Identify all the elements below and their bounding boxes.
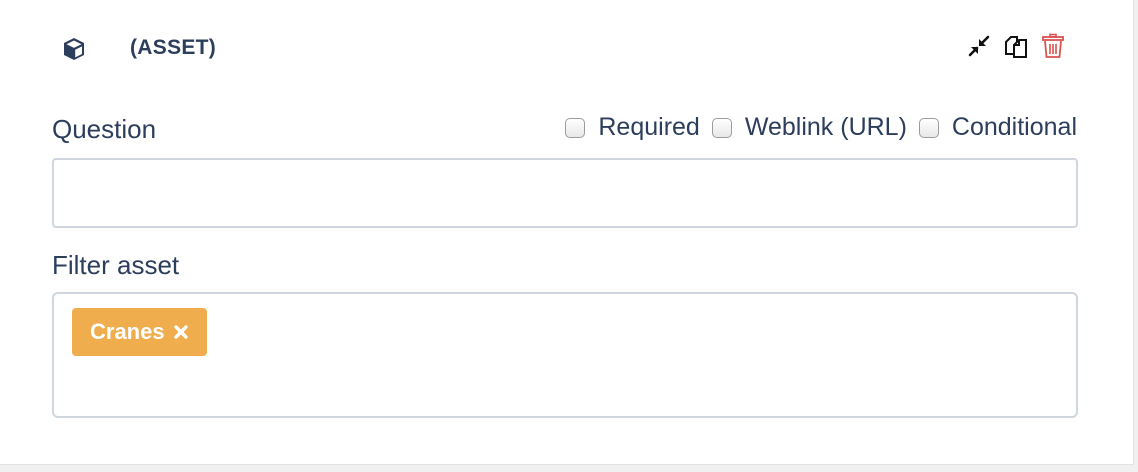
question-options: Required Weblink (URL) Conditional [565, 113, 1077, 142]
conditional-option[interactable]: Conditional [918, 113, 1077, 142]
conditional-checkbox[interactable] [918, 117, 939, 138]
weblink-label: Weblink (URL) [744, 113, 907, 141]
tag-label: Cranes [90, 319, 165, 344]
card-title: (ASSET) [130, 36, 217, 59]
required-label: Required [598, 113, 700, 141]
weblink-checkbox[interactable] [711, 117, 732, 138]
trash-icon[interactable] [1040, 33, 1066, 59]
weblink-option[interactable]: Weblink (URL) [711, 113, 907, 142]
remove-tag-icon[interactable] [173, 324, 189, 340]
question-label: Question [52, 114, 157, 144]
collapse-icon[interactable] [966, 33, 992, 59]
filter-tag: Cranes [72, 308, 207, 356]
cube-icon [64, 38, 84, 60]
question-input[interactable] [52, 158, 1078, 228]
card-actions [966, 31, 1066, 61]
filter-asset-input[interactable]: Cranes [52, 292, 1078, 418]
conditional-label: Conditional [951, 113, 1077, 141]
filter-label: Filter asset [52, 250, 180, 280]
required-checkbox[interactable] [565, 117, 586, 138]
question-card: (ASSET) Question Required Weblink (URL) … [0, 0, 1134, 465]
copy-icon[interactable] [1003, 33, 1029, 59]
required-option[interactable]: Required [565, 113, 700, 142]
